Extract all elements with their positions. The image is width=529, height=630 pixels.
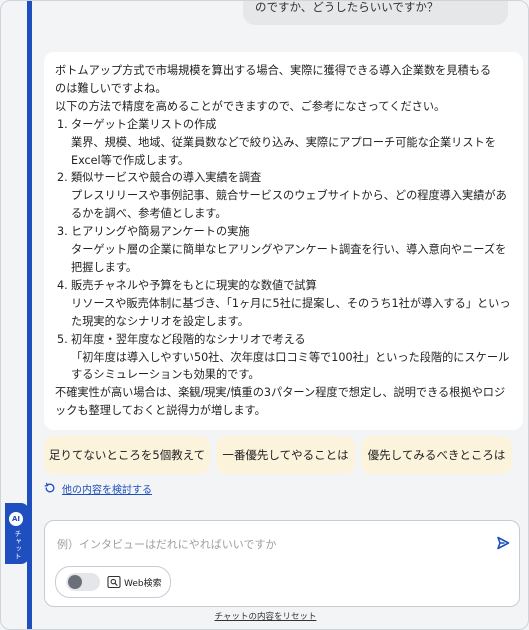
ai-response-card: ボトムアップ方式で市場規模を算出する場合、実際に獲得できる導入企業数を見積もる … [44, 52, 523, 430]
ai-method-number: 3. [57, 225, 68, 239]
ai-method-title: 類似サービスや競合の導入実績を調査 [71, 171, 262, 185]
ai-method-title: 初年度・翌年度など段階的なシナリオで考える [71, 332, 306, 346]
ai-intro-line: 以下の方法で精度を高めることができますので、ご参考になさってください。 [55, 99, 446, 113]
chat-panel: のですか、どうしたらいいですか？ ボトムアップ方式で市場規模を算出する場合、実際… [0, 0, 529, 630]
ai-method-detail: ターゲット層の企業に簡単なヒアリングやアンケート調査を行い、導入意向やニーズを把… [71, 243, 507, 274]
web-search-icon [107, 575, 121, 589]
user-message-bubble: のですか、どうしたらいいですか？ [243, 0, 508, 25]
reset-chat-link[interactable]: チャットの内容をリセット [215, 612, 317, 622]
user-message-text: のですか、どうしたらいいですか？ [255, 0, 439, 14]
ai-method-number: 4. [57, 278, 68, 292]
ai-method-detail: 「初年度は導入しやすい50社、次年度は口コミ等で100社」といった段階的にスケー… [71, 350, 510, 382]
chat-side-tab[interactable]: AI チャット [5, 503, 29, 564]
ai-method-number: 1. [57, 117, 68, 131]
reset-chat-area: チャットの内容をリセット [1, 610, 528, 622]
ai-method-item: 1. ターゲット企業リストの作成 業界、規模、地域、従業員数などで絞り込み、実際… [55, 116, 515, 170]
more-options-label: 他の内容を検討する [62, 484, 152, 496]
web-search-switch[interactable] [66, 573, 100, 591]
ai-method-number: 5. [57, 332, 68, 346]
switch-knob [68, 575, 82, 589]
ai-outro: 不確実性が高い場合は、楽観/現実/慎重の3パターン程度で想定し、説明できる根拠や… [55, 386, 506, 418]
more-options-link[interactable]: 他の内容を検討する [44, 479, 152, 497]
web-search-toggle[interactable]: Web検索 [55, 566, 171, 598]
ai-method-item: 2. 類似サービスや競合の導入実績を調査 プレスリリースや事例記事、競合サービス… [55, 169, 515, 223]
ai-method-title: 販売チャネルや予算をもとに現実的な数値で試算 [71, 278, 317, 292]
ai-method-list: 1. ターゲット企業リストの作成 業界、規模、地域、従業員数などで絞り込み、実際… [55, 116, 515, 385]
ai-intro-line: のは難しいですよね。 [55, 81, 167, 95]
ai-method-detail: リソースや販売体制に基づき、「1ヶ月に5社に提案し、そのうち1社が導入する」とい… [71, 296, 511, 328]
ai-method-detail: 業界、規模、地域、従業員数などで絞り込み、実際にアプローチ可能な企業リストをEx… [71, 135, 496, 167]
chat-tab-label: チャット [14, 530, 22, 560]
ai-method-item: 5. 初年度・翌年度など段階的なシナリオで考える 「初年度は導入しやすい50社、… [55, 331, 515, 385]
ai-method-number: 2. [57, 171, 68, 185]
ai-method-detail: プレスリリースや事例記事、競合サービスのウェブサイトから、どの程度導入実績がある… [71, 189, 507, 221]
ai-method-title: ターゲット企業リストの作成 [71, 117, 217, 131]
ai-method-item: 3. ヒアリングや簡易アンケートの実施 ターゲット層の企業に簡単なヒアリングやア… [55, 223, 515, 277]
suggestion-chip[interactable]: 優先してみるべきところは [361, 436, 512, 474]
web-search-label: Web検索 [124, 578, 162, 589]
chat-input[interactable] [55, 533, 479, 555]
composer: Web検索 [44, 520, 520, 607]
ai-method-item: 4. 販売チャネルや予算をもとに現実的な数値で試算 リソースや販売体制に基づき、… [55, 277, 515, 331]
ai-intro-line: ボトムアップ方式で市場規模を算出する場合、実際に獲得できる導入企業数を見積もる [55, 64, 492, 77]
ai-badge: AI [9, 512, 23, 526]
ai-method-title: ヒアリングや簡易アンケートの実施 [71, 225, 250, 239]
refresh-icon [44, 482, 55, 493]
ai-response-text: ボトムアップ方式で市場規模を算出する場合、実際に獲得できる導入企業数を見積もる … [55, 62, 515, 420]
suggestion-chip[interactable]: 一番優先してやることは [216, 436, 355, 474]
send-icon[interactable] [495, 535, 511, 551]
suggestion-chip[interactable]: 足りてないところを5個教えて [44, 436, 210, 474]
